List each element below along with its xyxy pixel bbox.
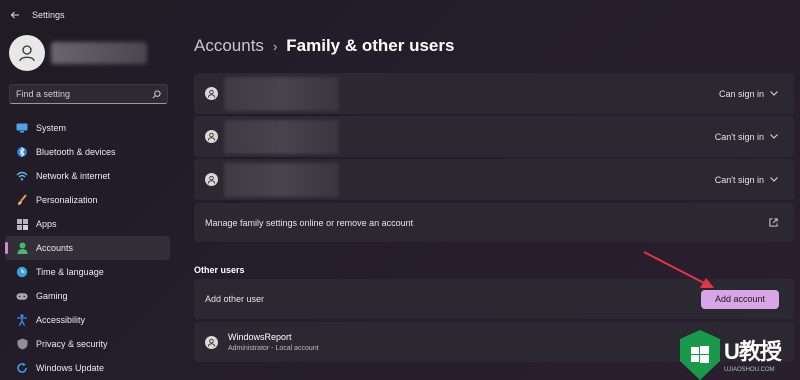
- blurred-member-name: [224, 163, 339, 197]
- user-icon: [205, 130, 218, 143]
- gamepad-icon: [16, 290, 28, 302]
- sign-in-status: Can't sign in: [714, 131, 764, 142]
- family-member-row[interactable]: Can't sign in: [194, 159, 794, 200]
- sidebar-item-label: Personalization: [36, 195, 98, 205]
- manage-family-link[interactable]: Manage family settings online or remove …: [194, 203, 794, 242]
- other-users-heading: Other users: [194, 265, 245, 275]
- sidebar-item-label: Bluetooth & devices: [36, 147, 116, 157]
- watermark-url: UJIAOSHOU.COM: [724, 367, 775, 373]
- globe-clock-icon: [16, 266, 28, 278]
- sidebar-item-bluetooth[interactable]: Bluetooth & devices: [5, 140, 170, 164]
- sidebar-item-label: Privacy & security: [36, 339, 108, 349]
- add-account-button[interactable]: Add account: [701, 289, 779, 309]
- update-icon: [16, 362, 28, 374]
- chevron-down-icon[interactable]: [770, 176, 778, 184]
- sidebar-item-accounts[interactable]: Accounts: [5, 236, 170, 260]
- watermark-logo: U教授 UJIAOSHOU.COM: [676, 330, 800, 380]
- user-icon: [205, 335, 218, 349]
- sidebar-item-label: Apps: [36, 219, 57, 229]
- open-external-icon[interactable]: [769, 214, 778, 232]
- sidebar-item-personalization[interactable]: Personalization: [5, 188, 170, 212]
- back-button[interactable]: [0, 0, 30, 30]
- sidebar-item-accessibility[interactable]: Accessibility: [5, 308, 170, 332]
- main-content: Accounts › Family & other users Can sign…: [194, 30, 800, 380]
- person-icon: [16, 242, 28, 254]
- sidebar-item-windows-update[interactable]: Windows Update: [5, 356, 170, 380]
- sidebar-item-apps[interactable]: Apps: [5, 212, 170, 236]
- sign-in-status: Can't sign in: [714, 174, 764, 185]
- person-avatar-icon: [19, 45, 35, 62]
- windows-logo-icon: [680, 330, 720, 380]
- search-input[interactable]: [16, 89, 146, 99]
- local-user-info: WindowsReport Administrator - Local acco…: [228, 332, 319, 352]
- sidebar-item-label: Time & language: [36, 267, 104, 277]
- family-member-row[interactable]: Can sign in: [194, 73, 794, 114]
- wifi-icon: [16, 170, 28, 182]
- search-box[interactable]: [9, 84, 168, 104]
- sign-in-status: Can sign in: [718, 88, 764, 99]
- nav-list: System Bluetooth & devices Network & int…: [5, 116, 170, 380]
- sidebar-item-label: Accessibility: [36, 315, 86, 325]
- chevron-right-icon: ›: [272, 38, 278, 54]
- title-bar: Settings: [0, 0, 800, 30]
- sidebar-item-label: Network & internet: [36, 171, 111, 181]
- apps-icon: [16, 218, 28, 230]
- brush-icon: [16, 194, 28, 206]
- sidebar: System Bluetooth & devices Network & int…: [0, 30, 180, 380]
- family-member-row[interactable]: Can't sign in: [194, 116, 794, 157]
- manage-family-label: Manage family settings online or remove …: [205, 217, 414, 228]
- avatar[interactable]: [9, 35, 45, 71]
- sidebar-item-gaming[interactable]: Gaming: [5, 284, 170, 308]
- user-profile[interactable]: [9, 35, 147, 71]
- watermark-text: U教授: [724, 339, 782, 364]
- breadcrumb: Accounts › Family & other users: [194, 36, 454, 56]
- user-icon: [205, 87, 218, 100]
- page-title: Family & other users: [286, 36, 455, 55]
- sidebar-item-time-language[interactable]: Time & language: [5, 260, 170, 284]
- user-icon: [205, 173, 218, 186]
- local-user-type: Administrator - Local account: [228, 345, 319, 352]
- accessibility-icon: [16, 314, 28, 326]
- settings-window: Settings System: [0, 0, 800, 380]
- sidebar-item-label: Windows Update: [36, 363, 105, 373]
- sidebar-item-label: Accounts: [36, 243, 74, 253]
- blurred-member-name: [224, 120, 339, 154]
- breadcrumb-accounts[interactable]: Accounts: [194, 36, 264, 56]
- add-other-user-label: Add other user: [205, 294, 265, 304]
- chevron-down-icon[interactable]: [770, 90, 778, 98]
- blurred-member-name: [224, 77, 339, 111]
- monitor-icon: [16, 122, 28, 134]
- bluetooth-icon: [16, 146, 28, 158]
- shield-icon: [16, 338, 28, 350]
- chevron-down-icon[interactable]: [770, 133, 778, 141]
- app-title: Settings: [32, 10, 65, 20]
- sidebar-item-network[interactable]: Network & internet: [5, 164, 170, 188]
- local-user-name: WindowsReport: [228, 332, 292, 342]
- back-arrow-icon: [10, 11, 19, 19]
- sidebar-item-label: System: [36, 123, 67, 133]
- search-icon[interactable]: [152, 89, 161, 99]
- sidebar-item-system[interactable]: System: [5, 116, 170, 140]
- sidebar-item-label: Gaming: [36, 291, 68, 301]
- sidebar-item-privacy-security[interactable]: Privacy & security: [5, 332, 170, 356]
- blurred-profile-name: [51, 42, 147, 64]
- add-other-user-row: Add other user Add account: [194, 279, 794, 319]
